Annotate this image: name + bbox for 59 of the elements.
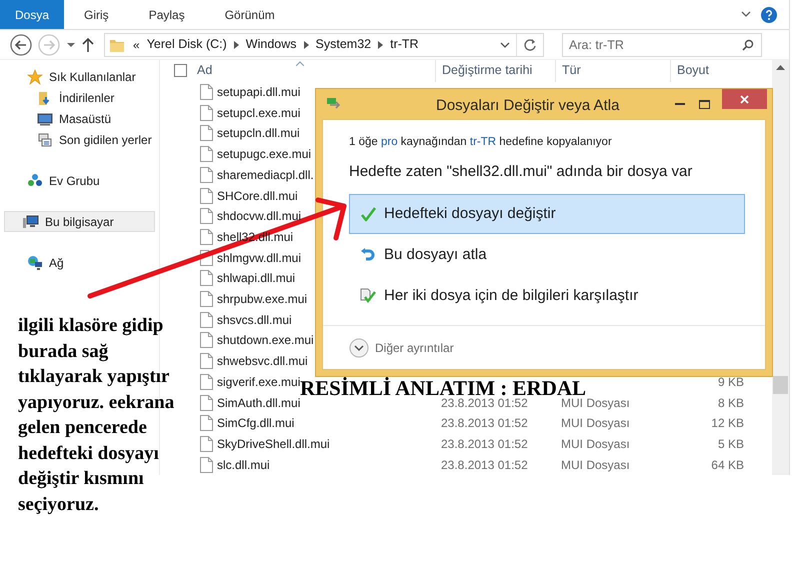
option-button[interactable]: Hedefteki dosyayı değiştir [349, 194, 745, 234]
file-name[interactable]: shsvcs.dll.mui [217, 310, 292, 329]
table-cell: 8 KB [718, 396, 744, 410]
file-name[interactable]: sharemediacpl.dll. [217, 166, 314, 184]
nav-item[interactable]: Son gidilen yerler [4, 129, 155, 150]
table-cell: MUI Dosyası [561, 436, 630, 451]
file-name[interactable]: slc.dll.mui [217, 456, 270, 474]
link[interactable]: tr-TR [470, 136, 496, 148]
file-name[interactable]: SimCfg.dll.mui [217, 414, 294, 432]
copy-info-text: 1 öğe pro kaynağından tr-TR hedefine kopyalanıyor [349, 135, 613, 150]
file-name[interactable]: setupcln.dll.mui [217, 124, 300, 142]
file-name[interactable]: setupapi.dll.mui [217, 83, 300, 102]
file-name[interactable]: SimAuth.dll.mui [217, 394, 300, 412]
dialog-title: Dosyaları Değiştir veya Atla [436, 96, 620, 116]
file-name[interactable]: SHCore.dll.mui [217, 186, 298, 205]
nav-item[interactable]: İndirilenler [4, 87, 155, 108]
file-tab[interactable]: Dosya [0, 0, 64, 29]
address-bar[interactable]: « Yerel Disk (C:) Windows System32 tr-TR [104, 32, 544, 56]
file-name[interactable]: shlmgvw.dll.mui [217, 248, 302, 267]
ribbon-tab[interactable]: Paylaş [128, 0, 205, 29]
link[interactable]: pro [380, 136, 398, 148]
instruction-text: ilgili klasöre gidip burada sağ tıklayarak yapıştır yapıyoruz. eekrana gelen pencerede hedefteki dosyayı değiştir kısmını seçiyoruz. [18, 314, 176, 516]
more-details-link[interactable]: Diğer ayrıntılar [375, 338, 454, 356]
conflict-heading: Hedefte zaten "shell32.dll.mui" adında bir dosya var [349, 162, 694, 182]
nav-item[interactable]: Bu bilgisayar [4, 211, 155, 232]
file-name[interactable]: shrpubw.exe.mui [217, 290, 308, 308]
table-cell: MUI Dosyası [561, 458, 630, 472]
ribbon-tab[interactable]: Görünüm [204, 0, 295, 29]
column-header[interactable]: Ad [197, 61, 212, 80]
file-name[interactable]: sigverif.exe.mui [217, 372, 300, 391]
ribbon-tab[interactable]: Giriş [64, 0, 129, 29]
file-name[interactable]: setupugc.exe.mui [217, 145, 312, 164]
file-name[interactable]: shdocvw.dll.mui [217, 207, 302, 226]
table-cell: 23.8.2013 01:52 [441, 416, 528, 430]
breadcrumb[interactable]: Yerel Disk (C:) [146, 35, 227, 54]
breadcrumb[interactable]: tr-TR [390, 35, 419, 54]
file-name[interactable]: setupcl.exe.mui [217, 104, 300, 122]
nav-item[interactable]: Masaüstü [4, 108, 155, 129]
file-name[interactable]: shwebsvc.dll.mui [217, 352, 308, 370]
table-cell: MUI Dosyası [561, 416, 630, 430]
breadcrumb[interactable]: Windows [246, 35, 297, 54]
table-cell: 9 KB [718, 374, 744, 389]
search-field[interactable]: Ara: tr-TR [562, 32, 762, 56]
table-cell: 64 KB [711, 458, 744, 472]
path-overflow-button[interactable]: « [133, 36, 140, 54]
nav-item[interactable]: Sık Kullanılanlar [4, 66, 155, 87]
nav-item[interactable]: Ağ [4, 252, 155, 273]
table-cell: 5 KB [718, 436, 744, 451]
column-header[interactable]: Tür [562, 61, 581, 80]
table-cell: 23.8.2013 01:52 [441, 458, 528, 472]
breadcrumb[interactable]: System32 [316, 35, 372, 54]
file-name[interactable]: shlwapi.dll.mui [217, 269, 296, 288]
file-name[interactable]: shutdown.exe.mui [217, 331, 314, 350]
column-header[interactable]: Boyut [677, 61, 709, 80]
column-header[interactable]: Değiştirme tarihi [442, 61, 532, 80]
nav-item[interactable]: Ev Grubu [4, 170, 155, 191]
table-cell: 23.8.2013 01:52 [441, 436, 528, 451]
file-name[interactable]: SkyDriveShell.dll.mui [217, 434, 330, 453]
table-cell: 12 KB [711, 416, 744, 430]
